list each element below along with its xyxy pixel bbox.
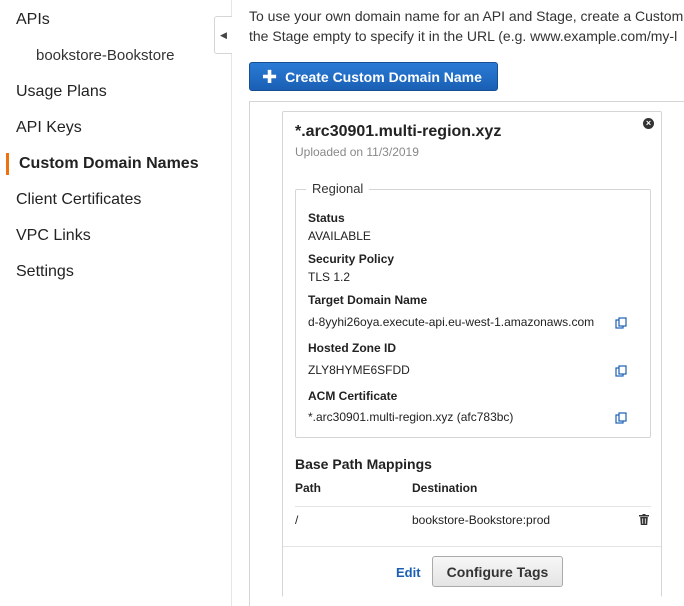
configure-tags-button[interactable]: Configure Tags	[432, 556, 563, 587]
intro-line-2: the Stage empty to specify it in the URL…	[249, 28, 678, 44]
sidebar: APIs bookstore-Bookstore Usage Plans API…	[0, 0, 232, 606]
mapping-path: /	[295, 513, 299, 527]
base-path-mappings-title: Base Path Mappings	[295, 456, 432, 472]
hosted-zone-label: Hosted Zone ID	[308, 341, 397, 355]
acm-certificate-value: *.arc30901.multi-region.xyz (afc783bc)	[308, 410, 514, 424]
domain-card: *.arc30901.multi-region.xyz Uploaded on …	[282, 111, 662, 597]
close-icon[interactable]: ×	[643, 118, 654, 129]
target-domain-label: Target Domain Name	[308, 293, 428, 307]
regional-section: Regional Status AVAILABLE Security Polic…	[295, 181, 651, 438]
sidebar-item-bookstore[interactable]: bookstore-Bookstore	[36, 46, 174, 66]
active-indicator	[6, 153, 9, 175]
regional-legend: Regional	[306, 181, 370, 196]
security-policy-label: Security Policy	[308, 252, 395, 266]
sidebar-item-api-keys[interactable]: API Keys	[16, 118, 82, 138]
intro-text: To use your own domain name for an API a…	[249, 6, 684, 46]
target-domain-value: d-8yyhi26oya.execute-api.eu-west-1.amazo…	[308, 315, 595, 329]
copy-icon[interactable]	[615, 365, 627, 377]
sidebar-item-settings[interactable]: Settings	[16, 262, 74, 282]
mapping-destination: bookstore-Bookstore:prod	[412, 513, 551, 527]
trash-icon[interactable]	[639, 514, 649, 525]
sidebar-item-vpc-links[interactable]: VPC Links	[16, 226, 91, 246]
plus-icon: ✚	[262, 66, 278, 87]
sidebar-item-client-certificates[interactable]: Client Certificates	[16, 190, 141, 210]
hosted-zone-value: ZLY8HYME6SFDD	[308, 363, 410, 377]
copy-icon[interactable]	[615, 412, 627, 424]
status-label: Status	[308, 211, 345, 225]
intro-line-1: To use your own domain name for an API a…	[249, 8, 684, 24]
status-value: AVAILABLE	[308, 229, 371, 243]
uploaded-date: Uploaded on 11/3/2019	[295, 145, 419, 159]
create-custom-domain-button[interactable]: ✚ Create Custom Domain Name	[249, 62, 498, 91]
sidebar-item-apis[interactable]: APIs	[16, 10, 50, 30]
card-footer: Edit Configure Tags	[283, 546, 661, 597]
create-button-label: Create Custom Domain Name	[285, 68, 482, 85]
table-divider	[295, 506, 651, 507]
chevron-left-icon: ◀	[220, 29, 227, 40]
acm-certificate-label: ACM Certificate	[308, 389, 398, 403]
sidebar-item-custom-domain-names[interactable]: Custom Domain Names	[19, 154, 199, 174]
column-header-destination: Destination	[412, 481, 478, 495]
edit-link[interactable]: Edit	[396, 565, 421, 580]
sidebar-collapse-button[interactable]: ◀	[214, 16, 232, 54]
copy-icon[interactable]	[615, 317, 627, 329]
column-header-path: Path	[295, 481, 322, 495]
sidebar-item-usage-plans[interactable]: Usage Plans	[16, 82, 107, 102]
security-policy-value: TLS 1.2	[308, 270, 351, 284]
domain-title: *.arc30901.multi-region.xyz	[295, 123, 502, 140]
